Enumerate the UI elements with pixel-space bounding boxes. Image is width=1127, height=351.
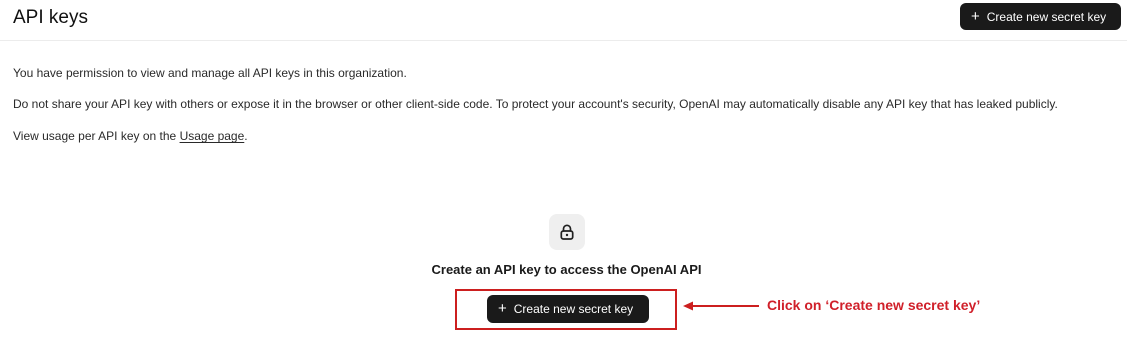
create-secret-key-label: Create new secret key (986, 9, 1107, 24)
annotation-text: Click on ‘Create new secret key’ (767, 297, 981, 313)
security-warning-text: Do not share your API key with others or… (13, 97, 1058, 111)
plus-icon: + (498, 300, 507, 317)
create-secret-key-button[interactable]: + Create new secret key (487, 295, 649, 323)
page-header: API keys + Create new secret key (0, 0, 1127, 41)
permission-text: You have permission to view and manage a… (13, 66, 407, 80)
create-secret-key-button-header[interactable]: + Create new secret key (960, 3, 1121, 30)
usage-text-prefix: View usage per API key on the (13, 129, 180, 143)
usage-text-suffix: . (244, 129, 248, 143)
usage-text: View usage per API key on the Usage page… (13, 129, 248, 143)
create-secret-key-label: Create new secret key (513, 302, 634, 316)
page-title: API keys (13, 7, 88, 28)
usage-page-link[interactable]: Usage page (180, 129, 245, 143)
plus-icon: + (971, 7, 980, 25)
empty-state-heading: Create an API key to access the OpenAI A… (431, 262, 702, 277)
annotation-arrow-icon (683, 301, 759, 311)
lock-icon (549, 214, 585, 250)
